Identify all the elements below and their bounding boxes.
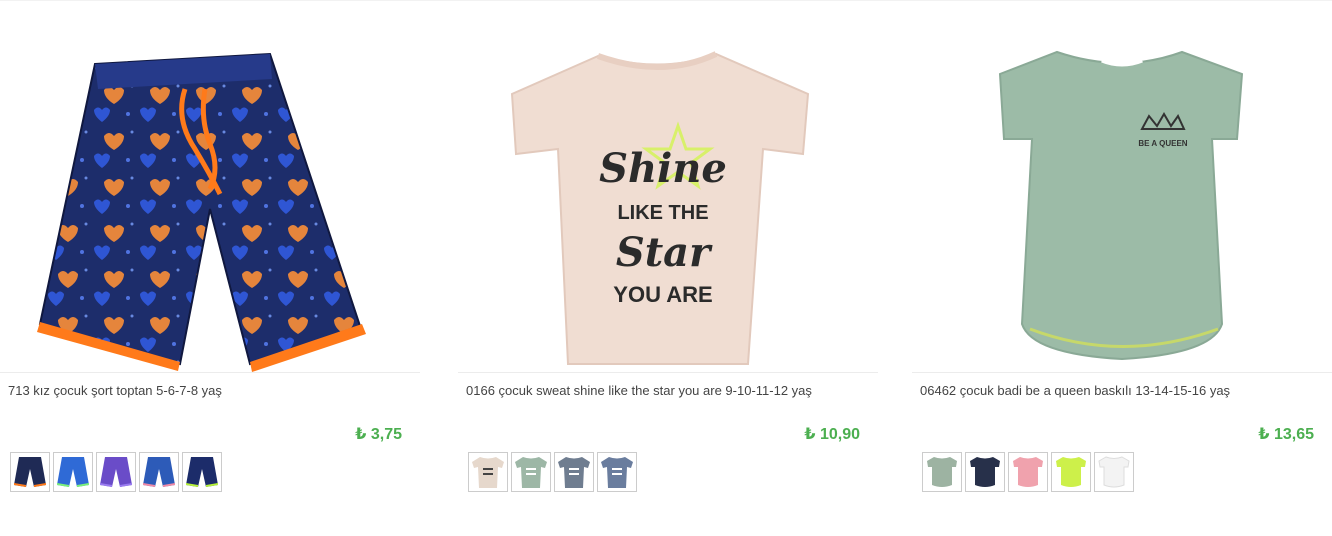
variant-thumb[interactable] [139,452,179,492]
long-tshirt-icon [1056,457,1086,487]
product-card[interactable]: Shine LIKE THE Star YOU ARE 0166 çocuk s… [458,0,878,536]
product-title[interactable]: 713 kız çocuk şort toptan 5-6-7-8 yaş [8,383,418,398]
print-line: Shine [599,145,727,192]
variant-thumb[interactable] [468,452,508,492]
long-tshirt-icon [1098,456,1130,488]
variant-thumb[interactable] [96,452,136,492]
product-image[interactable] [0,34,420,372]
long-tshirt-icon: BE A QUEEN [998,50,1244,361]
print-line: YOU ARE [613,282,712,307]
shorts-icon [57,457,89,487]
tshirt-icon [472,457,504,488]
long-tshirt-icon [970,457,1000,487]
card-divider [912,372,1332,373]
variant-thumb[interactable] [1051,452,1091,492]
variant-thumb[interactable] [1008,452,1048,492]
product-card[interactable]: BE A QUEEN 06462 çocuk badi be a queen b… [912,0,1332,536]
tshirt-icon: Shine LIKE THE Star YOU ARE [510,51,810,365]
card-divider [0,372,420,373]
shorts-icon [186,457,218,487]
product-image[interactable]: BE A QUEEN [912,34,1332,372]
product-title[interactable]: 0166 çocuk sweat shine like the star you… [466,383,876,398]
shorts-icon [100,457,132,487]
variant-thumb[interactable] [597,452,637,492]
variant-thumb[interactable] [1094,452,1134,492]
product-price: ₺ 13,65 [1258,426,1314,443]
tshirt-icon [601,457,633,488]
variant-thumb[interactable] [53,452,93,492]
color-variants [468,452,637,492]
card-divider [458,372,878,373]
print-line: LIKE THE [617,202,708,224]
variant-thumb[interactable] [511,452,551,492]
tshirt-icon [515,457,547,488]
variant-thumb[interactable] [965,452,1005,492]
product-price: ₺ 10,90 [804,426,860,443]
product-price: ₺ 3,75 [355,426,402,443]
variant-thumb[interactable] [182,452,222,492]
shorts-icon [143,457,175,487]
product-title[interactable]: 06462 çocuk badi be a queen baskılı 13-1… [920,383,1330,398]
variant-thumb[interactable] [554,452,594,492]
long-tshirt-icon [927,457,957,487]
tshirt-icon [558,457,590,488]
color-variants [922,452,1134,492]
variant-thumb[interactable] [922,452,962,492]
print-line: Star [616,229,713,276]
print-line: BE A QUEEN [1138,139,1187,148]
color-variants [10,452,222,492]
product-image[interactable]: Shine LIKE THE Star YOU ARE [458,34,878,372]
shorts-icon [14,457,46,487]
shorts-icon [37,52,366,372]
product-card[interactable]: 713 kız çocuk şort toptan 5-6-7-8 yaş ₺ … [0,0,420,536]
variant-thumb[interactable] [10,452,50,492]
long-tshirt-icon [1013,457,1043,487]
